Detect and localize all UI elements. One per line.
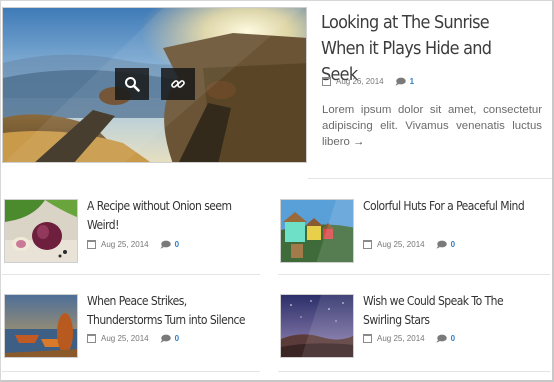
featured-post-image[interactable] xyxy=(2,7,307,163)
zoom-button[interactable] xyxy=(115,68,149,100)
comment-count[interactable]: 0 xyxy=(451,240,455,249)
comment-icon xyxy=(160,334,171,343)
calendar-icon xyxy=(363,240,372,249)
starry-sky-photo xyxy=(281,295,353,357)
calendar-icon xyxy=(363,334,372,343)
post-title[interactable]: When Peace Strikes, Thunderstorms Turn i… xyxy=(87,292,258,330)
post-meta: Aug 25, 2014 0 xyxy=(363,334,455,343)
post-date: Aug 25, 2014 xyxy=(101,240,149,249)
featured-post-meta: Aug 26, 2014 1 xyxy=(322,77,414,86)
post-title[interactable]: A Recipe without Onion seem Weird! xyxy=(87,197,258,235)
search-icon xyxy=(125,77,140,92)
post-meta: Aug 25, 2014 0 xyxy=(363,240,455,249)
comment-count[interactable]: 0 xyxy=(175,240,179,249)
post-meta: Aug 25, 2014 0 xyxy=(87,334,179,343)
divider xyxy=(2,371,260,372)
post-title[interactable]: Colorful Huts For a Peaceful Mind xyxy=(363,197,534,216)
comment-icon xyxy=(160,240,171,249)
divider xyxy=(278,274,550,275)
comment-count[interactable]: 0 xyxy=(175,334,179,343)
post-thumbnail[interactable] xyxy=(280,294,354,358)
featured-post-excerpt: Lorem ipsum dolor sit amet, consectetur … xyxy=(322,102,542,150)
post-date: Aug 25, 2014 xyxy=(101,334,149,343)
post-thumbnail[interactable] xyxy=(4,199,78,263)
comment-count[interactable]: 1 xyxy=(410,77,414,86)
comment-icon xyxy=(436,334,447,343)
post-date: Aug 26, 2014 xyxy=(336,77,384,86)
boats-lake-photo xyxy=(5,295,77,357)
permalink-button[interactable] xyxy=(161,68,195,100)
divider xyxy=(2,274,260,275)
calendar-icon xyxy=(87,334,96,343)
divider xyxy=(308,178,552,179)
post-meta: Aug 25, 2014 0 xyxy=(87,240,179,249)
divider xyxy=(278,371,550,372)
link-icon xyxy=(171,80,185,88)
post-thumbnail[interactable] xyxy=(280,199,354,263)
colorful-huts-photo xyxy=(281,200,353,262)
comment-count[interactable]: 0 xyxy=(451,334,455,343)
calendar-icon xyxy=(87,240,96,249)
sunrise-photo xyxy=(3,8,306,162)
comment-icon xyxy=(436,240,447,249)
calendar-icon xyxy=(322,77,331,86)
post-date: Aug 25, 2014 xyxy=(377,240,425,249)
comment-icon xyxy=(395,77,406,86)
post-title[interactable]: Wish we Could Speak To The Swirling Star… xyxy=(363,292,534,330)
post-thumbnail[interactable] xyxy=(4,294,78,358)
red-onion-photo xyxy=(5,200,77,262)
post-date: Aug 25, 2014 xyxy=(377,334,425,343)
read-more-arrow[interactable]: → xyxy=(353,136,364,148)
